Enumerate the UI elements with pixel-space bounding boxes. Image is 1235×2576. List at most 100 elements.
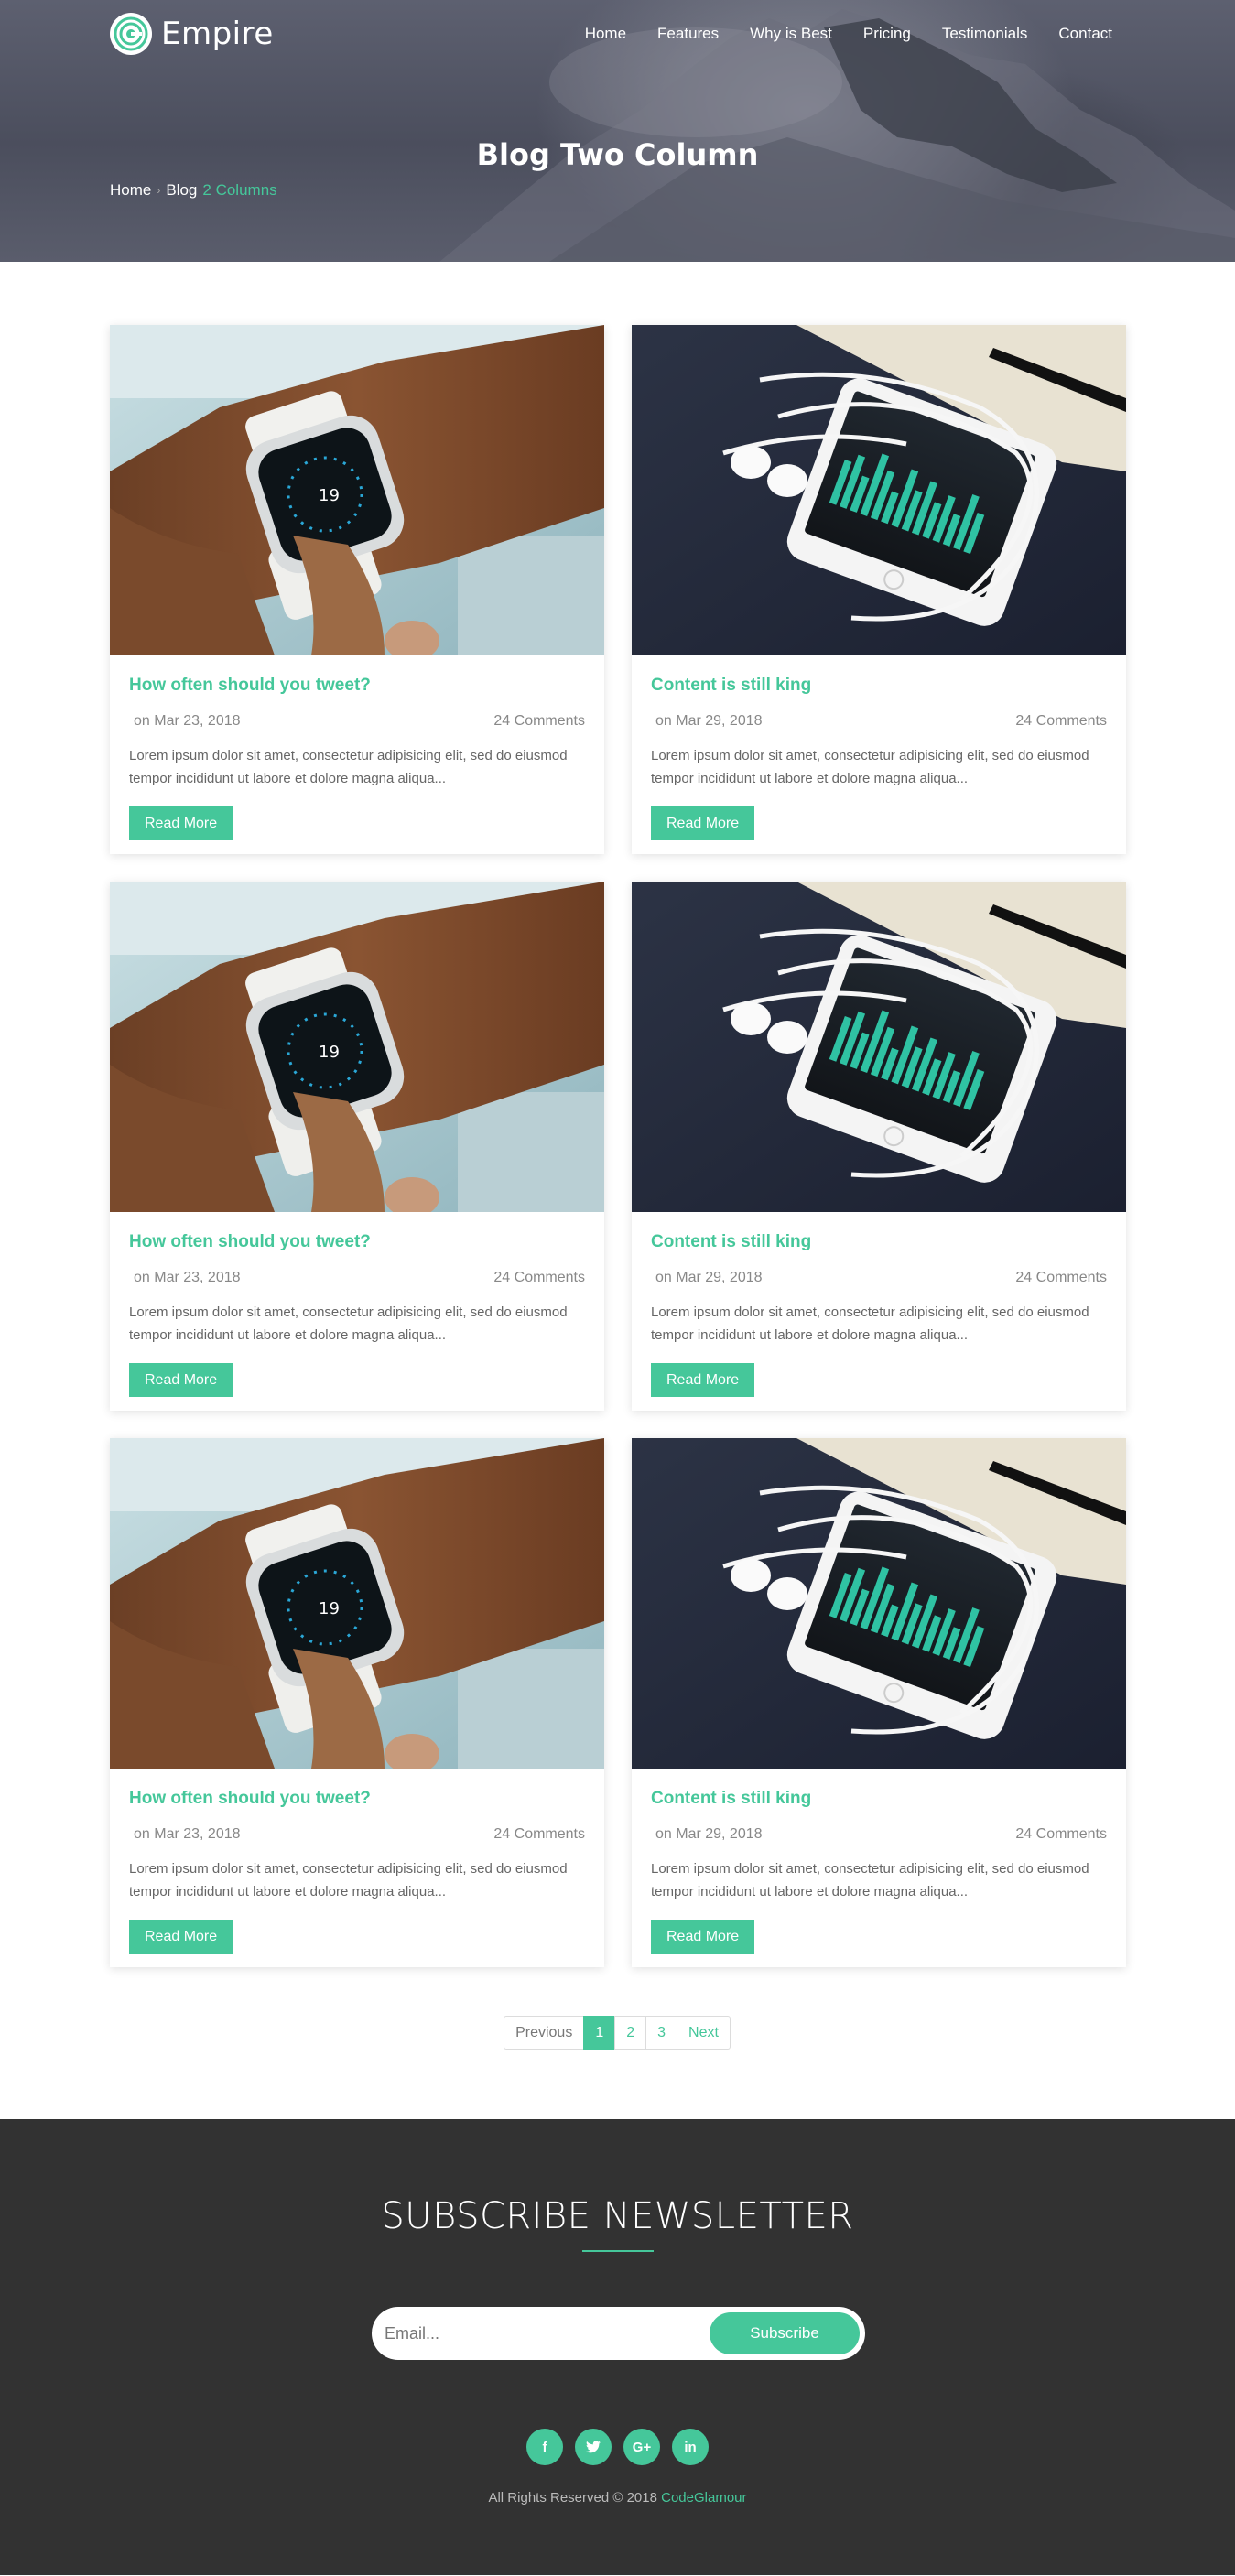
blog-card-date: on Mar 29, 2018 (655, 713, 763, 729)
nav-contact[interactable]: Contact (1058, 25, 1112, 43)
blog-card-comments[interactable]: 24 Comments (493, 1270, 585, 1286)
nav-pricing[interactable]: Pricing (863, 25, 911, 43)
blog-card-comments[interactable]: 24 Comments (1015, 1826, 1107, 1843)
copyright-brand-link[interactable]: CodeGlamour (661, 2490, 746, 2506)
blog-card-image[interactable] (632, 325, 1126, 655)
blog-card-meta: on Mar 23, 2018 24 Comments (129, 1270, 585, 1286)
breadcrumb: Home › Blog 2 Columns (110, 181, 277, 200)
breadcrumb-home[interactable]: Home (110, 181, 151, 200)
blog-card-title[interactable]: How often should you tweet? (129, 1232, 585, 1252)
blog-card-meta: on Mar 29, 2018 24 Comments (651, 713, 1107, 730)
blog-card-date: on Mar 23, 2018 (134, 713, 241, 729)
read-more-button[interactable]: Read More (651, 1920, 755, 1954)
copyright: All Rights Reserved © 2018 CodeGlamour (0, 2490, 1235, 2506)
nav-testimonials[interactable]: Testimonials (942, 25, 1028, 43)
pagination-page-3[interactable]: 3 (645, 2016, 678, 2050)
blog-card-image[interactable]: 19 (110, 882, 604, 1212)
blog-card-excerpt: Lorem ipsum dolor sit amet, consectetur … (651, 748, 1089, 786)
smartwatch-photo: 19 (110, 882, 604, 1212)
blog-card: Content is still king on Mar 29, 2018 24 C… (632, 882, 1126, 1411)
svg-text:19: 19 (319, 486, 340, 505)
newsletter-title: SUBSCRIBE NEWSLETTER (381, 2195, 854, 2237)
blog-card-body: How often should you tweet? on Mar 23, 20… (110, 655, 604, 840)
top-navbar: Empire Home Features Why is Best Pricing… (110, 11, 1112, 57)
blog-card-date: on Mar 23, 2018 (134, 1826, 241, 1842)
pagination: Previous 1 2 3 Next (0, 2016, 1235, 2050)
blog-card-excerpt: Lorem ipsum dolor sit amet, consectetur … (651, 1304, 1089, 1343)
blog-card-comments[interactable]: 24 Comments (1015, 1270, 1107, 1286)
blog-card-excerpt: Lorem ipsum dolor sit amet, consectetur … (129, 748, 568, 786)
footer: SUBSCRIBE NEWSLETTER Subscribe f G+ in A… (0, 2119, 1235, 2575)
hero-banner: Empire Home Features Why is Best Pricing… (0, 0, 1235, 262)
blog-card-image[interactable]: 19 (110, 1438, 604, 1769)
blog-card-title[interactable]: How often should you tweet? (129, 676, 585, 696)
blog-card-body: Content is still king on Mar 29, 2018 24 C… (632, 1212, 1126, 1397)
blog-card-image[interactable] (632, 882, 1126, 1212)
page-title: Blog Two Column (476, 137, 759, 172)
svg-text:19: 19 (319, 1043, 340, 1062)
blog-card-comments[interactable]: 24 Comments (493, 1826, 585, 1843)
blog-card-body: How often should you tweet? on Mar 23, 20… (110, 1212, 604, 1397)
blog-card: 19 How often should you tweet? on Mar 23,… (110, 1438, 604, 1967)
blog-card-excerpt: Lorem ipsum dolor sit amet, consectetur … (129, 1304, 568, 1343)
read-more-button[interactable]: Read More (651, 1363, 755, 1397)
blog-card-date: on Mar 29, 2018 (655, 1270, 763, 1285)
blog-card: 19 How often should you tweet? on Mar 23,… (110, 882, 604, 1411)
blog-section: 19 How often should you tweet? on Mar 23,… (0, 262, 1235, 2050)
email-input[interactable] (385, 2323, 710, 2343)
blog-card-date: on Mar 29, 2018 (655, 1826, 763, 1842)
google-plus-icon[interactable]: G+ (623, 2429, 660, 2465)
blog-card: Content is still king on Mar 29, 2018 24 C… (632, 325, 1126, 854)
title-underline (582, 2250, 654, 2252)
facebook-icon[interactable]: f (526, 2429, 563, 2465)
read-more-button[interactable]: Read More (129, 806, 233, 840)
blog-card-body: Content is still king on Mar 29, 2018 24 C… (632, 655, 1126, 840)
blog-card-meta: on Mar 23, 2018 24 Comments (129, 713, 585, 730)
blog-card: 19 How often should you tweet? on Mar 23,… (110, 325, 604, 854)
blog-card-meta: on Mar 29, 2018 24 Comments (651, 1270, 1107, 1286)
smartwatch-photo: 19 (110, 325, 604, 655)
social-links: f G+ in (0, 2429, 1235, 2465)
blog-card-body: How often should you tweet? on Mar 23, 20… (110, 1769, 604, 1954)
breadcrumb-separator-icon: › (157, 184, 161, 197)
subscribe-button[interactable]: Subscribe (710, 2312, 860, 2354)
blog-card-title[interactable]: Content is still king (651, 1789, 1107, 1809)
read-more-button[interactable]: Read More (129, 1920, 233, 1954)
blog-grid: 19 How often should you tweet? on Mar 23,… (110, 325, 1126, 1967)
smartwatch-photo: 19 (110, 1438, 604, 1769)
breadcrumb-blog[interactable]: Blog (166, 181, 197, 200)
brand-name: Empire (161, 16, 274, 52)
brand-logo-icon (110, 13, 152, 55)
nav-features[interactable]: Features (657, 25, 719, 43)
svg-text:19: 19 (319, 1599, 340, 1618)
brand[interactable]: Empire (110, 13, 274, 55)
pagination-page-1[interactable]: 1 (583, 2016, 616, 2050)
blog-card-title[interactable]: How often should you tweet? (129, 1789, 585, 1809)
pagination-next[interactable]: Next (677, 2016, 731, 2050)
breadcrumb-current: 2 Columns (202, 181, 277, 199)
pagination-page-2[interactable]: 2 (614, 2016, 647, 2050)
pagination-previous[interactable]: Previous (504, 2016, 585, 2050)
blog-card-title[interactable]: Content is still king (651, 1232, 1107, 1252)
blog-card-excerpt: Lorem ipsum dolor sit amet, consectetur … (129, 1861, 568, 1900)
blog-card-image[interactable] (632, 1438, 1126, 1769)
blog-card-date: on Mar 23, 2018 (134, 1270, 241, 1285)
blog-card: Content is still king on Mar 29, 2018 24 C… (632, 1438, 1126, 1967)
phone-earphones-photo (632, 1438, 1126, 1769)
blog-card-comments[interactable]: 24 Comments (493, 713, 585, 730)
blog-card-meta: on Mar 29, 2018 24 Comments (651, 1826, 1107, 1843)
main-nav: Home Features Why is Best Pricing Testim… (585, 25, 1112, 43)
blog-card-excerpt: Lorem ipsum dolor sit amet, consectetur … (651, 1861, 1089, 1900)
phone-earphones-photo (632, 882, 1126, 1212)
nav-why-is-best[interactable]: Why is Best (750, 25, 832, 43)
blog-card-comments[interactable]: 24 Comments (1015, 713, 1107, 730)
nav-home[interactable]: Home (585, 25, 626, 43)
blog-card-body: Content is still king on Mar 29, 2018 24 C… (632, 1769, 1126, 1954)
read-more-button[interactable]: Read More (129, 1363, 233, 1397)
blog-card-image[interactable]: 19 (110, 325, 604, 655)
linkedin-icon[interactable]: in (672, 2429, 709, 2465)
read-more-button[interactable]: Read More (651, 806, 755, 840)
subscribe-form: Subscribe (372, 2307, 865, 2360)
twitter-icon[interactable] (575, 2429, 612, 2465)
blog-card-title[interactable]: Content is still king (651, 676, 1107, 696)
